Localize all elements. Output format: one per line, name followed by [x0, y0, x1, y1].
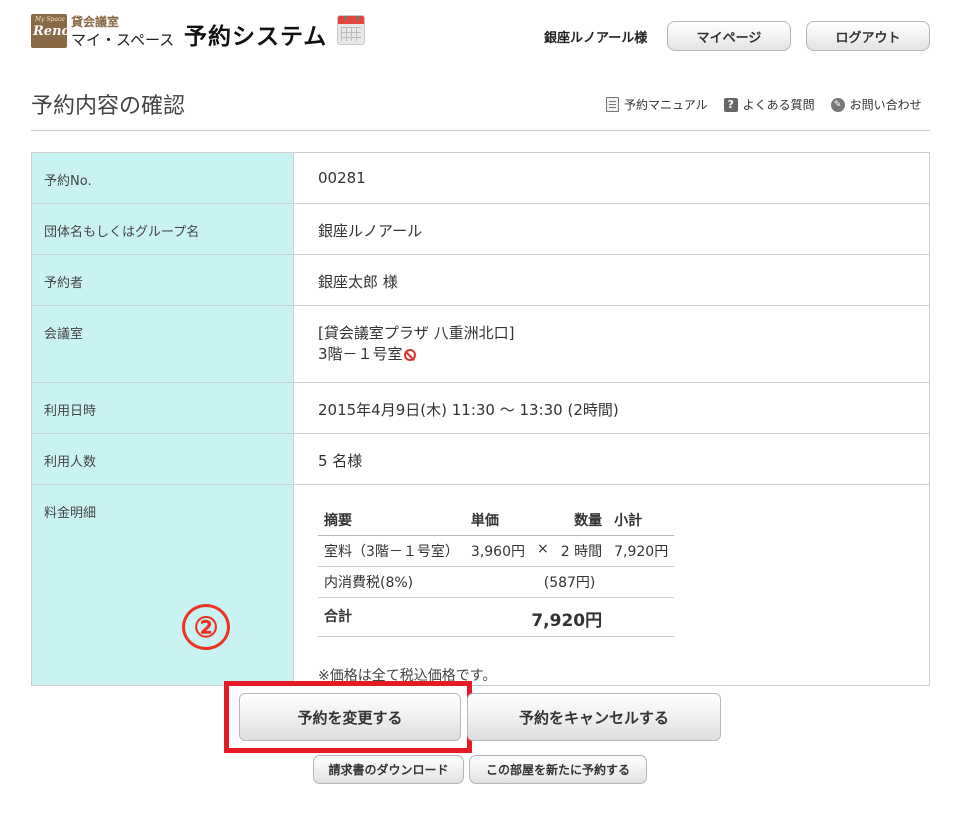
fee-total-summary: 合計 — [318, 597, 465, 637]
table-row: 予約者 銀座太郎 様 — [31, 254, 930, 306]
fee-header-summary: 摘要 — [318, 505, 465, 536]
manual-link[interactable]: 予約マニュアル — [606, 96, 708, 113]
room-number: 3階－１号室 — [318, 345, 403, 363]
reservation-no-value: 00281 — [293, 152, 930, 204]
contact-link[interactable]: ✎ お問い合わせ — [830, 96, 922, 113]
user-name: 銀座ルノアール様 — [544, 31, 648, 46]
room-value: [貸会議室プラザ 八重洲北口] 3階－１号室 — [293, 305, 930, 383]
fee-header-unit-price: 単価 — [464, 505, 532, 536]
group-name-value: 銀座ルノアール — [293, 203, 930, 255]
fee-room-summary: 室料（3階－１号室） — [318, 535, 465, 567]
fee-value: 摘要 単価 数量 小計 室料（3階－１号室） 3,960円 × 2 時間 7,9… — [293, 484, 930, 686]
fee-room-times: × — [531, 535, 555, 567]
fee-total-value: 7,920円 — [464, 597, 609, 637]
logo-small-text: My Space — [35, 16, 65, 23]
contact-icon: ✎ — [830, 97, 845, 112]
table-row: 予約No. 00281 — [31, 152, 930, 204]
room-venue: [貸会議室プラザ 八重洲北口] — [318, 324, 515, 342]
title-divider — [31, 130, 930, 131]
fee-label: 料金明細 — [31, 484, 294, 686]
help-links: 予約マニュアル ? よくある質問 ✎ お問い合わせ — [606, 96, 922, 113]
faq-icon: ? — [723, 97, 738, 112]
rebook-room-button[interactable]: この部屋を新たに予約する — [469, 755, 647, 784]
system-title: 予約システム — [184, 24, 328, 50]
fee-header-subtotal: 小計 — [608, 505, 675, 536]
change-reservation-button[interactable]: 予約を変更する — [239, 693, 461, 741]
faq-link[interactable]: ? よくある質問 — [723, 96, 815, 113]
fee-room-row: 室料（3階－１号室） 3,960円 × 2 時間 7,920円 — [318, 535, 675, 567]
cancel-reservation-button[interactable]: 予約をキャンセルする — [467, 693, 721, 741]
download-invoice-button[interactable]: 請求書のダウンロード — [313, 755, 464, 784]
room-number-line: 3階－１号室 — [318, 343, 905, 364]
calendar-icon — [337, 15, 365, 45]
fee-tax-summary: 内消費税(8%) — [318, 566, 465, 598]
renoir-logo[interactable]: My Space Renoir — [31, 14, 82, 48]
step-marker: ② — [182, 604, 230, 650]
header: My Space Renoir 貸会議室 マイ・スペース 予約システム 銀座ルノ… — [0, 0, 953, 60]
no-smoking-icon — [403, 349, 416, 361]
table-row: 会議室 [貸会議室プラザ 八重洲北口] 3階－１号室 — [31, 305, 930, 383]
people-label: 利用人数 — [31, 433, 294, 485]
people-value: 5 名様 — [293, 433, 930, 485]
table-row: 利用日時 2015年4月9日(木) 11:30 ～ 13:30 (2時間) — [31, 382, 930, 434]
fee-tax-row: 内消費税(8%) (587円) — [318, 566, 675, 598]
manual-link-label: 予約マニュアル — [624, 98, 708, 112]
fee-room-unit-price: 3,960円 — [464, 535, 532, 567]
fee-tax-value: (587円) — [464, 566, 675, 598]
fee-room-quantity: 2 時間 — [554, 535, 609, 567]
group-name-label: 団体名もしくはグループ名 — [31, 203, 294, 255]
datetime-label: 利用日時 — [31, 382, 294, 434]
reserver-value: 銀座太郎 様 — [293, 254, 930, 306]
fee-room-subtotal: 7,920円 — [608, 535, 675, 567]
logout-button[interactable]: ログアウト — [806, 21, 930, 51]
datetime-value: 2015年4月9日(木) 11:30 ～ 13:30 (2時間) — [293, 382, 930, 434]
contact-link-label: お問い合わせ — [849, 98, 922, 112]
room-label: 会議室 — [31, 305, 294, 383]
reserver-label: 予約者 — [31, 254, 294, 306]
reservation-no-label: 予約No. — [31, 152, 294, 204]
brand-top: 貸会議室 — [71, 15, 120, 29]
fee-header-row: 摘要 単価 数量 小計 — [318, 505, 675, 536]
table-row: 料金明細 摘要 単価 数量 小計 室料（3階－１号室） 3,960円 × 2 時… — [31, 484, 930, 686]
table-row: 団体名もしくはグループ名 銀座ルノアール — [31, 203, 930, 255]
table-row: 利用人数 5 名様 — [31, 433, 930, 485]
manual-icon — [606, 97, 619, 112]
brand-bottom: マイ・スペース — [71, 31, 175, 49]
fee-total-row: 合計 7,920円 — [318, 597, 675, 637]
fee-header-quantity: 数量 — [531, 505, 609, 536]
page-title: 予約内容の確認 — [31, 94, 186, 119]
faq-link-label: よくある質問 — [742, 98, 815, 112]
fee-table: 摘要 単価 数量 小計 室料（3階－１号室） 3,960円 × 2 時間 7,9… — [318, 505, 675, 637]
mypage-button[interactable]: マイページ — [667, 21, 791, 51]
reservation-table: 予約No. 00281 団体名もしくはグループ名 銀座ルノアール 予約者 銀座太… — [31, 152, 930, 686]
